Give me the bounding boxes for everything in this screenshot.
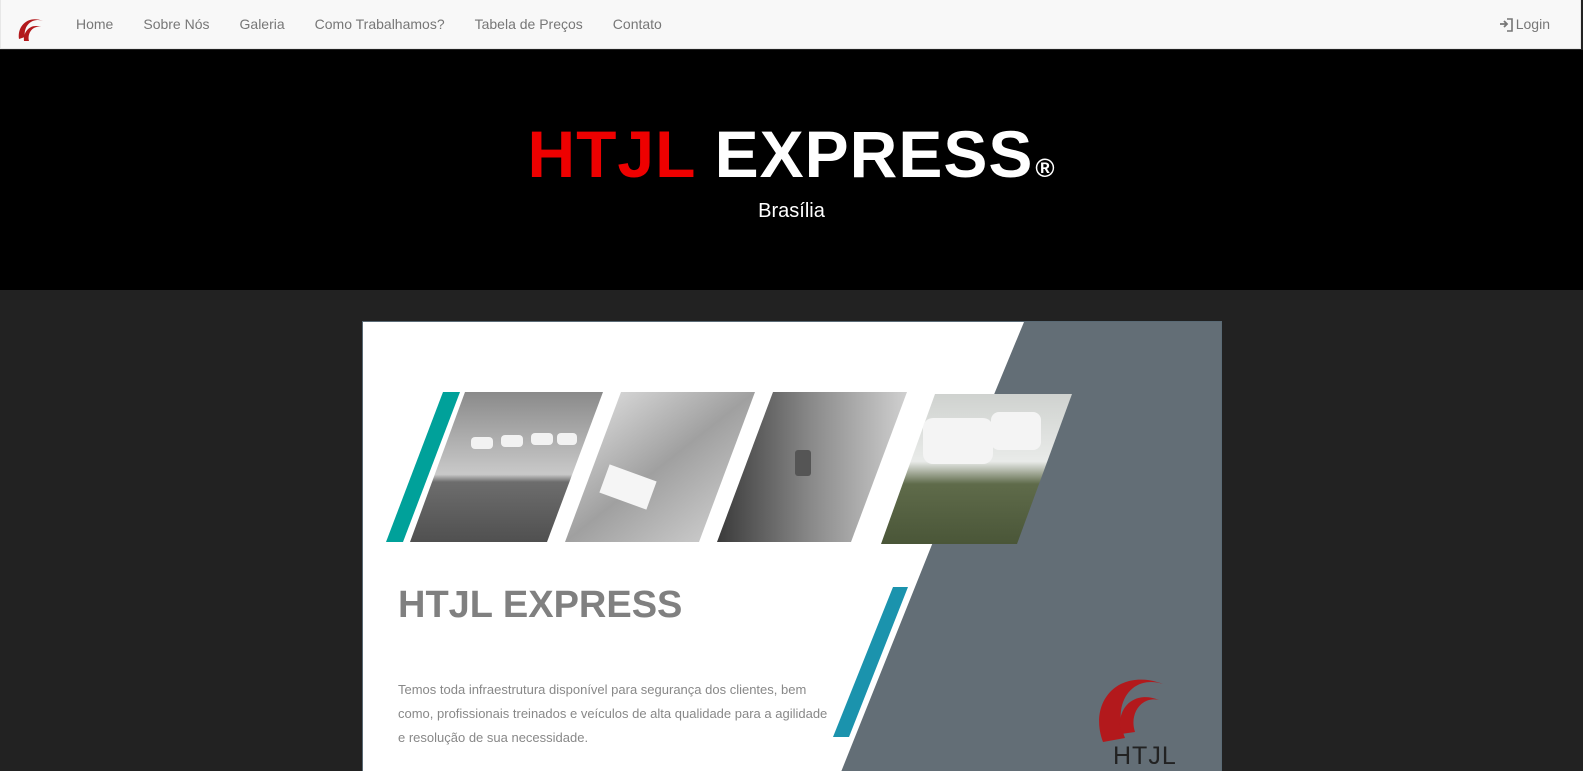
login-link[interactable]: Login	[1499, 0, 1550, 49]
hero-title-htjl: HTJL	[527, 117, 696, 191]
nav-link-home[interactable]: Home	[61, 0, 128, 49]
hero-subtitle: Brasília	[758, 200, 825, 222]
login-label: Login	[1515, 16, 1550, 32]
nav-link-contato[interactable]: Contato	[598, 0, 677, 49]
banner-description: Temos toda infraestrutura disponível par…	[398, 682, 828, 745]
slate-panel	[841, 322, 1221, 771]
nav-link-como-trabalhamos[interactable]: Como Trabalhamos?	[300, 0, 460, 49]
nav-link-galeria[interactable]: Galeria	[225, 0, 300, 49]
company-banner: HTJL EXPRESS Temos toda infraestrutura d…	[362, 321, 1222, 771]
sign-in-icon	[1499, 17, 1513, 32]
nav-links: Home Sobre Nós Galeria Como Trabalhamos?…	[61, 0, 677, 49]
htjl-logo-icon[interactable]	[15, 11, 49, 45]
hero-title: HTJL EXPRESS®	[0, 116, 1583, 206]
nav-link-sobre-nos[interactable]: Sobre Nós	[128, 0, 224, 49]
hero-title-express: EXPRESS	[714, 117, 1034, 191]
nav-link-tabela-de-precos[interactable]: Tabela de Preços	[460, 0, 598, 49]
navbar: Home Sobre Nós Galeria Como Trabalhamos?…	[0, 0, 1581, 49]
banner-title: HTJL EXPRESS	[398, 584, 683, 626]
registered-mark: ®	[1035, 153, 1056, 183]
hero-header: HTJL EXPRESS® Brasília	[0, 50, 1583, 290]
banner-logo-text: HTJL	[1113, 742, 1177, 770]
